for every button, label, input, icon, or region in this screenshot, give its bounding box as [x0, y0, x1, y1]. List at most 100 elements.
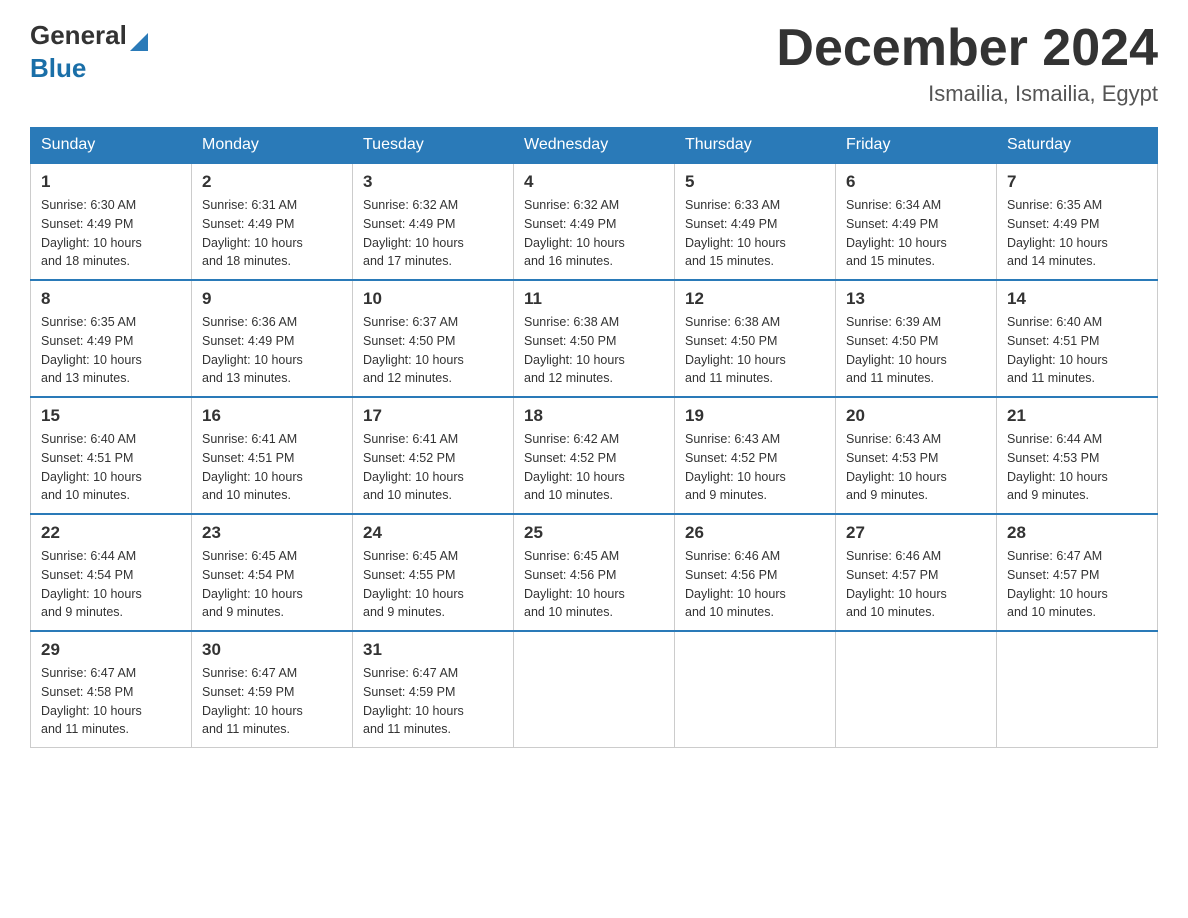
calendar-cell: 20 Sunrise: 6:43 AMSunset: 4:53 PMDaylig… [836, 397, 997, 514]
weekday-header-sunday: Sunday [31, 128, 192, 164]
calendar-cell: 19 Sunrise: 6:43 AMSunset: 4:52 PMDaylig… [675, 397, 836, 514]
day-info: Sunrise: 6:36 AMSunset: 4:49 PMDaylight:… [202, 315, 303, 385]
day-info: Sunrise: 6:32 AMSunset: 4:49 PMDaylight:… [524, 198, 625, 268]
logo-triangle-icon [130, 33, 148, 51]
day-number: 26 [685, 523, 825, 543]
day-number: 3 [363, 172, 503, 192]
calendar-cell [997, 631, 1158, 748]
calendar-cell: 30 Sunrise: 6:47 AMSunset: 4:59 PMDaylig… [192, 631, 353, 748]
day-info: Sunrise: 6:32 AMSunset: 4:49 PMDaylight:… [363, 198, 464, 268]
logo: General Blue [30, 20, 148, 84]
logo-general-text: General [30, 20, 127, 51]
weekday-header-wednesday: Wednesday [514, 128, 675, 164]
calendar-cell: 23 Sunrise: 6:45 AMSunset: 4:54 PMDaylig… [192, 514, 353, 631]
calendar-cell: 3 Sunrise: 6:32 AMSunset: 4:49 PMDayligh… [353, 163, 514, 280]
week-row-2: 8 Sunrise: 6:35 AMSunset: 4:49 PMDayligh… [31, 280, 1158, 397]
day-number: 16 [202, 406, 342, 426]
day-info: Sunrise: 6:44 AMSunset: 4:53 PMDaylight:… [1007, 432, 1108, 502]
day-number: 31 [363, 640, 503, 660]
day-number: 20 [846, 406, 986, 426]
weekday-header-tuesday: Tuesday [353, 128, 514, 164]
day-number: 22 [41, 523, 181, 543]
calendar-cell: 24 Sunrise: 6:45 AMSunset: 4:55 PMDaylig… [353, 514, 514, 631]
calendar-cell: 2 Sunrise: 6:31 AMSunset: 4:49 PMDayligh… [192, 163, 353, 280]
day-number: 14 [1007, 289, 1147, 309]
day-info: Sunrise: 6:47 AMSunset: 4:59 PMDaylight:… [363, 666, 464, 736]
day-info: Sunrise: 6:39 AMSunset: 4:50 PMDaylight:… [846, 315, 947, 385]
day-info: Sunrise: 6:45 AMSunset: 4:55 PMDaylight:… [363, 549, 464, 619]
day-number: 23 [202, 523, 342, 543]
calendar-cell: 21 Sunrise: 6:44 AMSunset: 4:53 PMDaylig… [997, 397, 1158, 514]
day-number: 13 [846, 289, 986, 309]
week-row-5: 29 Sunrise: 6:47 AMSunset: 4:58 PMDaylig… [31, 631, 1158, 748]
day-info: Sunrise: 6:41 AMSunset: 4:52 PMDaylight:… [363, 432, 464, 502]
logo-blue-text: Blue [30, 53, 86, 84]
day-info: Sunrise: 6:33 AMSunset: 4:49 PMDaylight:… [685, 198, 786, 268]
calendar-cell [514, 631, 675, 748]
calendar-cell: 5 Sunrise: 6:33 AMSunset: 4:49 PMDayligh… [675, 163, 836, 280]
day-info: Sunrise: 6:44 AMSunset: 4:54 PMDaylight:… [41, 549, 142, 619]
day-number: 4 [524, 172, 664, 192]
day-number: 18 [524, 406, 664, 426]
calendar-cell [836, 631, 997, 748]
day-info: Sunrise: 6:47 AMSunset: 4:58 PMDaylight:… [41, 666, 142, 736]
day-number: 29 [41, 640, 181, 660]
day-info: Sunrise: 6:45 AMSunset: 4:54 PMDaylight:… [202, 549, 303, 619]
day-info: Sunrise: 6:47 AMSunset: 4:59 PMDaylight:… [202, 666, 303, 736]
day-info: Sunrise: 6:31 AMSunset: 4:49 PMDaylight:… [202, 198, 303, 268]
calendar-cell: 1 Sunrise: 6:30 AMSunset: 4:49 PMDayligh… [31, 163, 192, 280]
day-number: 21 [1007, 406, 1147, 426]
weekday-header-row: SundayMondayTuesdayWednesdayThursdayFrid… [31, 128, 1158, 164]
day-info: Sunrise: 6:40 AMSunset: 4:51 PMDaylight:… [41, 432, 142, 502]
week-row-3: 15 Sunrise: 6:40 AMSunset: 4:51 PMDaylig… [31, 397, 1158, 514]
location-title: Ismailia, Ismailia, Egypt [776, 81, 1158, 107]
weekday-header-thursday: Thursday [675, 128, 836, 164]
month-title: December 2024 [776, 20, 1158, 77]
calendar-cell: 7 Sunrise: 6:35 AMSunset: 4:49 PMDayligh… [997, 163, 1158, 280]
calendar-cell: 27 Sunrise: 6:46 AMSunset: 4:57 PMDaylig… [836, 514, 997, 631]
day-info: Sunrise: 6:40 AMSunset: 4:51 PMDaylight:… [1007, 315, 1108, 385]
day-number: 9 [202, 289, 342, 309]
calendar-cell: 15 Sunrise: 6:40 AMSunset: 4:51 PMDaylig… [31, 397, 192, 514]
title-section: December 2024 Ismailia, Ismailia, Egypt [776, 20, 1158, 107]
calendar-cell: 22 Sunrise: 6:44 AMSunset: 4:54 PMDaylig… [31, 514, 192, 631]
weekday-header-saturday: Saturday [997, 128, 1158, 164]
day-info: Sunrise: 6:41 AMSunset: 4:51 PMDaylight:… [202, 432, 303, 502]
calendar-cell: 6 Sunrise: 6:34 AMSunset: 4:49 PMDayligh… [836, 163, 997, 280]
day-number: 15 [41, 406, 181, 426]
week-row-4: 22 Sunrise: 6:44 AMSunset: 4:54 PMDaylig… [31, 514, 1158, 631]
day-info: Sunrise: 6:43 AMSunset: 4:52 PMDaylight:… [685, 432, 786, 502]
day-info: Sunrise: 6:47 AMSunset: 4:57 PMDaylight:… [1007, 549, 1108, 619]
day-info: Sunrise: 6:46 AMSunset: 4:56 PMDaylight:… [685, 549, 786, 619]
calendar-cell: 28 Sunrise: 6:47 AMSunset: 4:57 PMDaylig… [997, 514, 1158, 631]
calendar-cell: 9 Sunrise: 6:36 AMSunset: 4:49 PMDayligh… [192, 280, 353, 397]
day-number: 10 [363, 289, 503, 309]
day-number: 5 [685, 172, 825, 192]
day-number: 2 [202, 172, 342, 192]
day-info: Sunrise: 6:34 AMSunset: 4:49 PMDaylight:… [846, 198, 947, 268]
calendar-table: SundayMondayTuesdayWednesdayThursdayFrid… [30, 127, 1158, 748]
day-info: Sunrise: 6:38 AMSunset: 4:50 PMDaylight:… [685, 315, 786, 385]
page-header: General Blue December 2024 Ismailia, Ism… [30, 20, 1158, 107]
day-number: 24 [363, 523, 503, 543]
day-number: 1 [41, 172, 181, 192]
calendar-cell: 25 Sunrise: 6:45 AMSunset: 4:56 PMDaylig… [514, 514, 675, 631]
day-info: Sunrise: 6:38 AMSunset: 4:50 PMDaylight:… [524, 315, 625, 385]
calendar-cell: 17 Sunrise: 6:41 AMSunset: 4:52 PMDaylig… [353, 397, 514, 514]
day-number: 8 [41, 289, 181, 309]
day-info: Sunrise: 6:37 AMSunset: 4:50 PMDaylight:… [363, 315, 464, 385]
day-number: 17 [363, 406, 503, 426]
calendar-cell: 26 Sunrise: 6:46 AMSunset: 4:56 PMDaylig… [675, 514, 836, 631]
day-number: 19 [685, 406, 825, 426]
day-number: 11 [524, 289, 664, 309]
weekday-header-friday: Friday [836, 128, 997, 164]
day-number: 27 [846, 523, 986, 543]
calendar-cell: 31 Sunrise: 6:47 AMSunset: 4:59 PMDaylig… [353, 631, 514, 748]
calendar-cell: 18 Sunrise: 6:42 AMSunset: 4:52 PMDaylig… [514, 397, 675, 514]
day-number: 25 [524, 523, 664, 543]
calendar-cell: 13 Sunrise: 6:39 AMSunset: 4:50 PMDaylig… [836, 280, 997, 397]
day-number: 12 [685, 289, 825, 309]
day-info: Sunrise: 6:46 AMSunset: 4:57 PMDaylight:… [846, 549, 947, 619]
day-info: Sunrise: 6:35 AMSunset: 4:49 PMDaylight:… [41, 315, 142, 385]
calendar-cell [675, 631, 836, 748]
